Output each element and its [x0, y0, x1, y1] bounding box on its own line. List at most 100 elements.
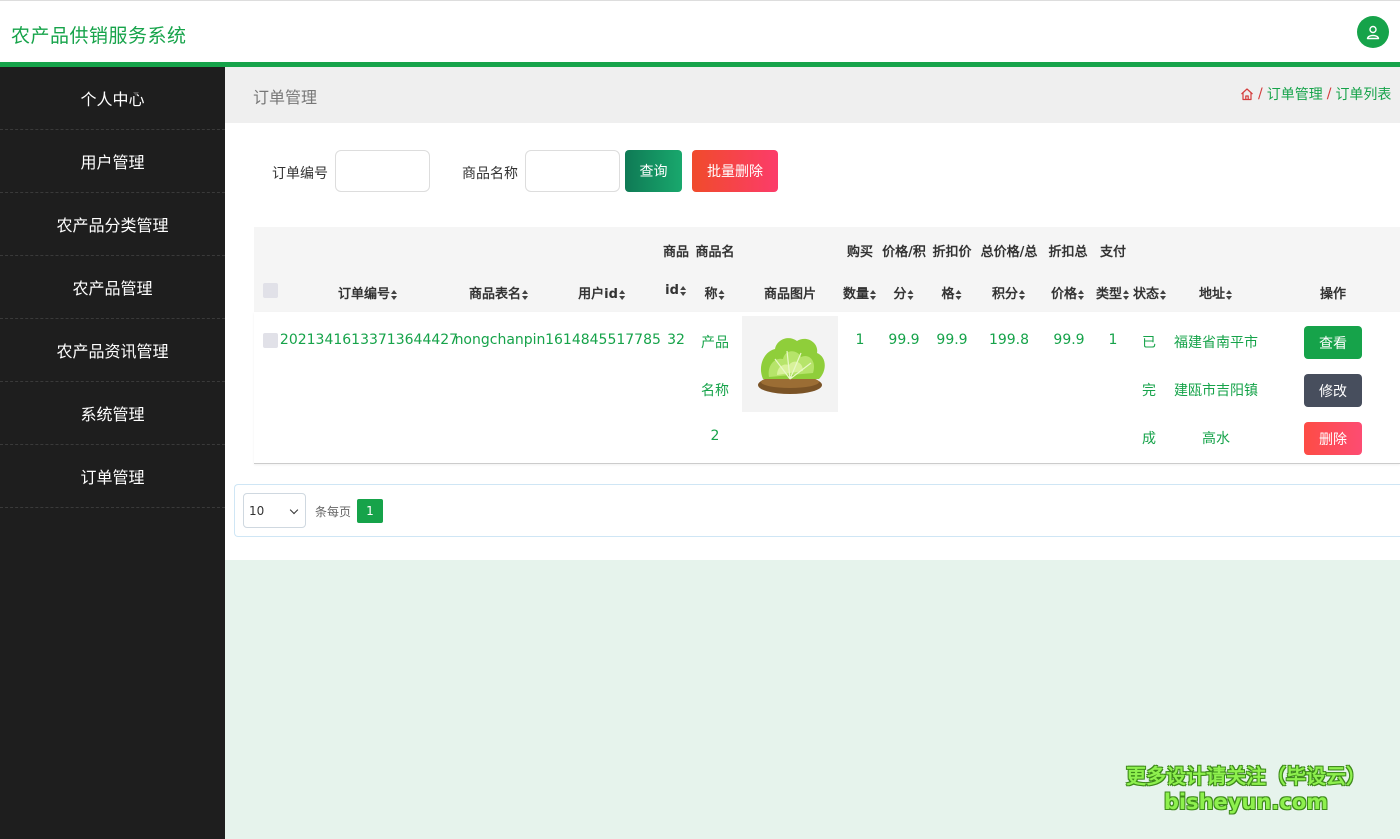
content-panel: 订单编号 商品名称 查询 批量删除 订单编号 商品表名 用户id 商品 id 商…: [225, 123, 1400, 560]
sidebar-item-label: 系统管理: [80, 405, 145, 424]
chevron-down-icon: [289, 505, 299, 515]
page-button-current[interactable]: 1: [357, 499, 383, 523]
order-no-label: 订单编号: [272, 166, 328, 182]
sort-icon: [391, 289, 398, 300]
caret-down-icon: [141, 281, 147, 285]
cell-user-id: 1614845517785: [545, 332, 661, 348]
sort-icon: [618, 289, 626, 300]
sort-icon: [1019, 289, 1026, 300]
cell-goods-table: nongchanpin: [454, 332, 546, 348]
sidebar-item-user-management[interactable]: 用户管理: [0, 130, 225, 193]
sidebar-item-label: 农产品分类管理: [56, 216, 169, 235]
sidebar-item-category-management[interactable]: 农产品分类管理: [0, 193, 225, 256]
sort-icon: [1160, 289, 1167, 300]
sidebar-item-news-management[interactable]: 农产品资讯管理: [0, 319, 225, 382]
sort-icon: [907, 289, 915, 300]
th-status[interactable]: 状态: [1133, 283, 1167, 302]
cell-total: 199.8: [988, 332, 1030, 348]
th-goods-name[interactable]: 称: [704, 283, 725, 302]
cell-goods-id: 32: [667, 332, 685, 348]
sidebar-item-personal-center[interactable]: 个人中心: [0, 67, 225, 130]
cell-address-line1: 福建省南平市: [1174, 335, 1258, 351]
th-discount[interactable]: 格: [941, 283, 962, 302]
cell-address-line2: 建瓯市吉阳镇: [1174, 383, 1258, 399]
sort-icon: [522, 289, 529, 300]
table-body: 20213416133713644427 nongchanpin 1614845…: [254, 312, 1400, 464]
delete-button[interactable]: 删除: [1304, 422, 1362, 455]
product-image: [742, 316, 838, 412]
page-header: 订单管理 / 订单管理 / 订单列表: [225, 67, 1400, 123]
th-pay-type-line1: 支付: [1099, 245, 1127, 260]
cell-qty: 1: [855, 332, 865, 348]
sidebar-item-label: 个人中心: [80, 90, 145, 109]
sort-icon: [1123, 289, 1130, 300]
select-all-checkbox[interactable]: [263, 283, 278, 298]
cell-goods-name-line3: 2: [710, 428, 720, 444]
view-button[interactable]: 查看: [1304, 326, 1362, 359]
cell-discount: 99.9: [936, 332, 968, 348]
breadcrumb-order-list[interactable]: 订单列表: [1335, 84, 1391, 104]
cell-goods-name-line2: 名称: [701, 383, 729, 399]
th-discount-line1: 折扣价: [932, 245, 972, 260]
sidebar-item-system-management[interactable]: 系统管理: [0, 382, 225, 445]
caret-down-icon: [133, 407, 139, 411]
sidebar: 个人中心 用户管理 农产品分类管理 农产品管理 农产品资讯管理 系统管理 订单管…: [0, 67, 225, 839]
cell-order-no: 20213416133713644427: [279, 332, 459, 348]
cell-status-line1: 已: [1142, 335, 1156, 351]
sort-icon: [870, 289, 877, 300]
th-goods-name-line1: 商品名: [695, 245, 735, 260]
order-table: 订单编号 商品表名 用户id 商品 id 商品名 称 商品图片 购买 数量 价格…: [254, 227, 1400, 464]
edit-button[interactable]: 修改: [1304, 374, 1362, 407]
th-goods-id-line1: 商品: [662, 245, 690, 260]
watermark: 更多设计请关注（毕设云） bisheyun.com: [1115, 763, 1377, 815]
caret-down-icon: [157, 344, 163, 348]
th-address[interactable]: 地址: [1199, 283, 1233, 302]
cell-goods-name-line1: 产品: [701, 335, 729, 351]
breadcrumb-order-management[interactable]: 订单管理: [1267, 84, 1323, 104]
th-goods-id[interactable]: id: [665, 283, 687, 298]
th-user-id[interactable]: 用户id: [578, 283, 626, 302]
cell-status-line2: 完: [1142, 383, 1156, 399]
sidebar-item-label: 订单管理: [80, 468, 145, 487]
th-qty[interactable]: 数量: [843, 283, 877, 302]
goods-name-input[interactable]: [525, 150, 620, 192]
table-header: 订单编号 商品表名 用户id 商品 id 商品名 称 商品图片 购买 数量 价格…: [254, 227, 1400, 312]
sidebar-item-order-management[interactable]: 订单管理: [0, 445, 225, 508]
cell-price: 99.9: [888, 332, 920, 348]
th-pay-type[interactable]: 类型: [1096, 283, 1130, 302]
user-icon: [1366, 25, 1380, 40]
th-discount-total[interactable]: 价格: [1051, 283, 1085, 302]
user-avatar-button[interactable]: [1357, 16, 1389, 48]
sidebar-item-product-management[interactable]: 农产品管理: [0, 256, 225, 319]
order-no-input[interactable]: [335, 150, 430, 192]
cell-status-line3: 成: [1142, 431, 1156, 447]
sort-icon: [718, 289, 726, 300]
th-total[interactable]: 积分: [992, 283, 1026, 302]
row-checkbox[interactable]: [263, 333, 278, 348]
th-price[interactable]: 分: [893, 283, 914, 302]
sidebar-item-label: 农产品管理: [72, 279, 153, 298]
batch-delete-button[interactable]: 批量删除: [692, 150, 778, 192]
caret-down-icon: [133, 470, 139, 474]
th-order-no[interactable]: 订单编号: [338, 283, 398, 302]
sidebar-item-label: 用户管理: [80, 153, 145, 172]
th-goods-image: 商品图片: [763, 287, 817, 302]
query-button[interactable]: 查询: [625, 150, 682, 192]
sort-icon: [1078, 289, 1085, 300]
th-goods-table[interactable]: 商品表名: [469, 283, 529, 302]
home-icon[interactable]: [1240, 87, 1254, 101]
app-title: 农产品供销服务系统: [11, 25, 187, 47]
breadcrumb-separator: /: [1258, 86, 1263, 102]
page-size-select[interactable]: 10: [243, 493, 306, 528]
per-page-label: 条每页: [315, 505, 352, 519]
watermark-line2: bisheyun.com: [1163, 790, 1329, 814]
sidebar-item-label: 农产品资讯管理: [56, 342, 169, 361]
watermark-line1: 更多设计请关注（毕设云）: [1126, 764, 1366, 788]
goods-name-label: 商品名称: [462, 166, 518, 182]
cell-pay-type: 1: [1108, 332, 1118, 348]
caret-down-icon: [133, 92, 139, 96]
th-discount-total-line1: 折扣总: [1048, 245, 1088, 260]
caret-down-icon: [133, 155, 139, 159]
sort-icon: [679, 285, 687, 296]
th-price-line1: 价格/积: [882, 245, 926, 260]
